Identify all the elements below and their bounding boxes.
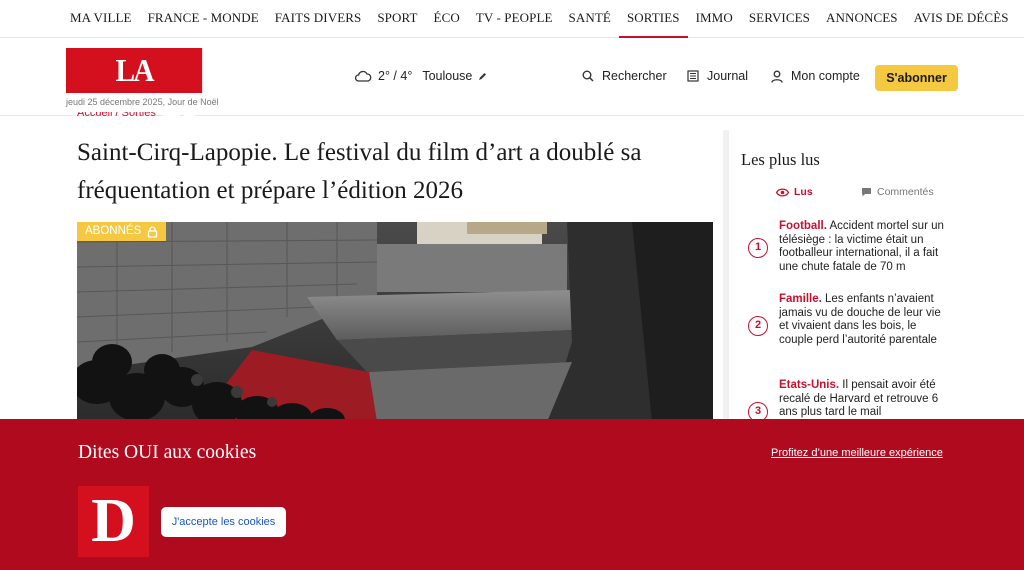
journal-label: Journal	[707, 69, 748, 83]
nav-item-avis-de-d-c-s[interactable]: AVIS DE DÉCÈS	[906, 0, 1017, 38]
nav-item-co[interactable]: ÉCO	[426, 0, 468, 38]
subscriber-badge: ABONNÉS	[77, 222, 167, 241]
cookie-more-link[interactable]: Profitez d’une meilleure expérience	[771, 447, 943, 459]
nav-item-immo[interactable]: IMMO	[688, 0, 741, 38]
search-button[interactable]: Rechercher	[582, 69, 667, 83]
nav-item-tv-people[interactable]: TV - PEOPLE	[468, 0, 561, 38]
article-title: Saint-Cirq-Lapopie. Le festival du film …	[77, 139, 642, 204]
rank-number: 2	[748, 316, 768, 336]
more-menu-icon[interactable]: ···	[1017, 0, 1024, 38]
cookie-banner: Dites OUI aux cookies Profitez d’une mei…	[0, 419, 1024, 570]
most-read-text: Etats-Unis. Il pensait avoir été recalé …	[779, 379, 947, 420]
search-icon	[582, 70, 594, 82]
weather-widget[interactable]: 2° / 4° Toulouse	[354, 69, 487, 83]
subscribe-button[interactable]: S'abonner	[875, 65, 958, 91]
user-icon	[771, 70, 783, 83]
nav-item-services[interactable]: SERVICES	[741, 0, 818, 38]
account-label: Mon compte	[791, 69, 860, 83]
theater-photo	[77, 222, 713, 422]
nav-item-faits-divers[interactable]: FAITS DIVERS	[267, 0, 370, 38]
nav-item-sorties[interactable]: SORTIES	[618, 0, 688, 40]
nav-item-sport[interactable]: SPORT	[369, 0, 425, 38]
item-keyword: Football.	[779, 220, 827, 232]
top-navigation: MA VILLE FRANCE - MONDE FAITS DIVERS SPORT É…	[0, 0, 1024, 40]
weather-temps: 2° / 4°	[378, 69, 413, 83]
rank-number: 1	[748, 238, 768, 258]
nav-item-annonces[interactable]: ANNONCES	[818, 0, 906, 38]
tab-lus[interactable]: Lus	[776, 186, 813, 198]
tab-commentes[interactable]: Commentés	[861, 186, 934, 198]
cookie-logo: D	[78, 486, 149, 557]
pencil-icon[interactable]	[478, 72, 487, 81]
subscriber-badge-label: ABONNÉS	[85, 225, 142, 237]
weather-city: Toulouse	[422, 69, 473, 83]
newspaper-icon	[687, 70, 699, 82]
sidebar-divider	[723, 130, 729, 430]
sidebar-tabs: Lus Commentés	[741, 186, 961, 204]
item-keyword: Famille.	[779, 293, 822, 305]
accept-cookies-button[interactable]: J'accepte les cookies	[161, 507, 286, 537]
most-read-text: Famille. Les enfants n’avaient jamais vu…	[779, 293, 947, 347]
nav-item-sant[interactable]: SANTÉ	[561, 0, 619, 38]
search-label: Rechercher	[602, 69, 667, 83]
nav-item-france-monde[interactable]: FRANCE - MONDE	[140, 0, 267, 38]
item-keyword: Etats-Unis.	[779, 379, 840, 391]
sidebar-title: Les plus lus	[741, 150, 820, 169]
journal-button[interactable]: Journal	[687, 69, 748, 83]
tab-commentes-label: Commentés	[877, 186, 934, 198]
account-button[interactable]: Mon compte	[771, 69, 860, 83]
eye-icon	[776, 187, 789, 197]
nav-item-ma-ville[interactable]: MA VILLE	[62, 0, 140, 38]
tab-lus-label: Lus	[794, 186, 813, 198]
nav-list: MA VILLE FRANCE - MONDE FAITS DIVERS SPORT É…	[62, 0, 1024, 40]
site-logo[interactable]: LA DÉPÊCHE	[66, 48, 203, 133]
article-photo[interactable]	[77, 222, 713, 422]
comment-icon	[862, 188, 871, 197]
cookie-title: Dites OUI aux cookies	[78, 442, 257, 463]
breadcrumb[interactable]: Accueil / Sorties	[77, 112, 156, 118]
lock-icon	[148, 225, 158, 238]
most-read-text: Football. Accident mortel sur un télésiè…	[779, 220, 947, 274]
site-header: LA DÉPÊCHE jeudi 25 décembre 2025, Jour …	[0, 38, 1024, 133]
current-date: jeudi 25 décembre 2025, Jour de Noël	[66, 97, 219, 107]
cloud-icon	[354, 70, 372, 82]
